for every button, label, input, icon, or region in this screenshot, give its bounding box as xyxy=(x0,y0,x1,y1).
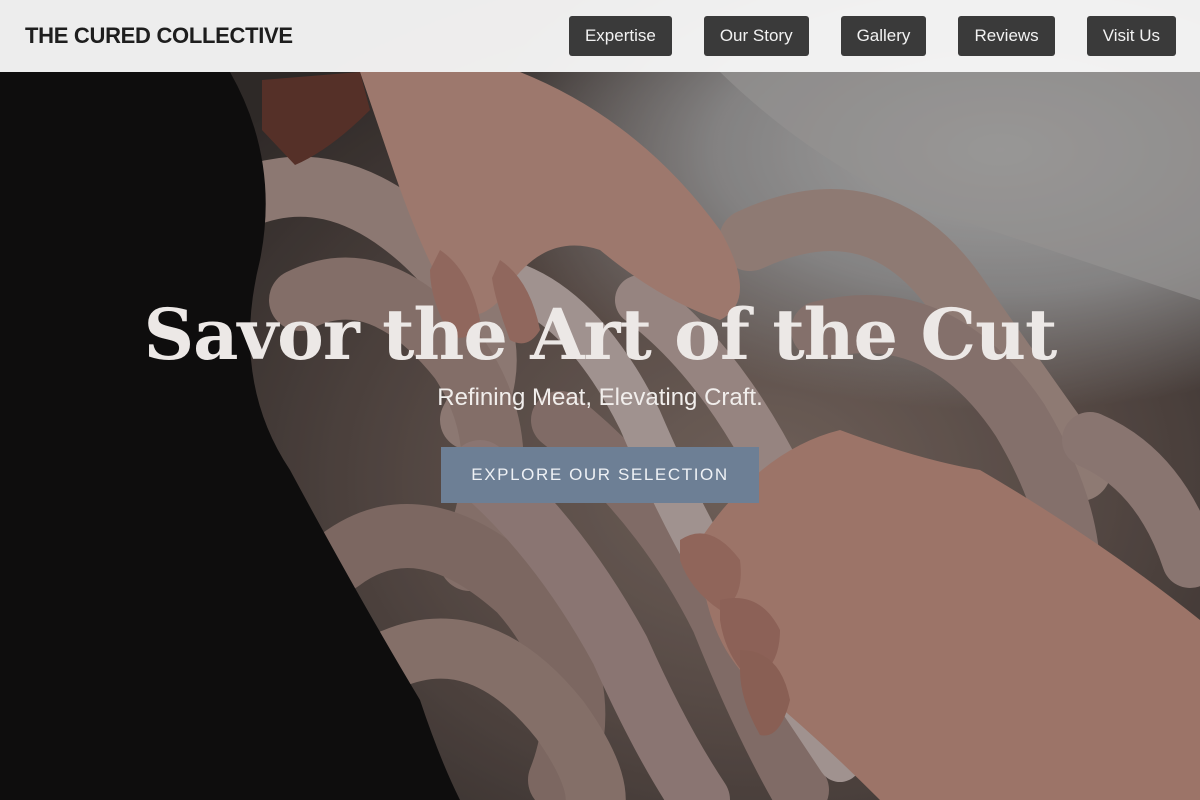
explore-selection-button[interactable]: EXPLORE OUR SELECTION xyxy=(441,447,759,503)
nav-link-visit-us[interactable]: Visit Us xyxy=(1086,16,1176,56)
nav-link-gallery[interactable]: Gallery xyxy=(840,16,927,56)
nav-link-our-story[interactable]: Our Story xyxy=(703,16,809,56)
hero-title: Savor the Art of the Cut xyxy=(143,293,1058,376)
nav-link-reviews[interactable]: Reviews xyxy=(958,16,1055,56)
nav-link-expertise[interactable]: Expertise xyxy=(568,16,672,56)
hero-content: Savor the Art of the Cut Refining Meat, … xyxy=(0,292,1200,503)
hero-subtitle: Refining Meat, Elevating Craft. xyxy=(437,384,763,411)
brand-logo-text[interactable]: THE CURED COLLECTIVE xyxy=(25,23,293,49)
top-navigation-bar: THE CURED COLLECTIVE Expertise Our Story… xyxy=(0,0,1200,72)
nav-links: Expertise Our Story Gallery Reviews Visi… xyxy=(568,16,1176,56)
